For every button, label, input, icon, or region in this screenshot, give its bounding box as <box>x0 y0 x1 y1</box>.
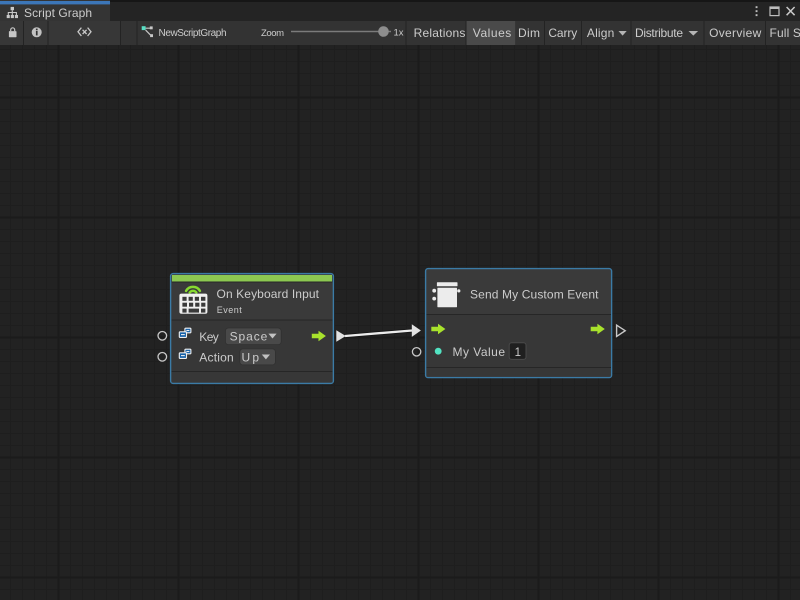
svg-text:NewScriptGraph: NewScriptGraph <box>159 28 227 39</box>
svg-text:Dim: Dim <box>518 26 540 40</box>
svg-text:Send My Custom Event: Send My Custom Event <box>470 287 599 301</box>
svg-text:On Keyboard Input: On Keyboard Input <box>217 287 320 301</box>
svg-text:My Value: My Value <box>453 345 506 359</box>
svg-text:Align: Align <box>587 26 614 40</box>
svg-text:Distribute: Distribute <box>635 26 683 40</box>
svg-text:Values: Values <box>473 26 512 40</box>
svg-text:Relations: Relations <box>414 26 466 40</box>
svg-text:Carry: Carry <box>548 26 577 40</box>
svg-text:Space: Space <box>230 330 268 344</box>
svg-text:Action: Action <box>199 351 233 365</box>
svg-text:1: 1 <box>515 347 521 359</box>
svg-text:Overview: Overview <box>709 26 762 40</box>
svg-text:Zoom: Zoom <box>261 28 284 39</box>
svg-text:Event: Event <box>217 305 242 315</box>
svg-text:Script Graph: Script Graph <box>24 6 92 20</box>
svg-text:1x: 1x <box>394 28 404 39</box>
svg-text:Full Screen: Full Screen <box>770 26 800 40</box>
svg-text:Key: Key <box>199 330 219 344</box>
